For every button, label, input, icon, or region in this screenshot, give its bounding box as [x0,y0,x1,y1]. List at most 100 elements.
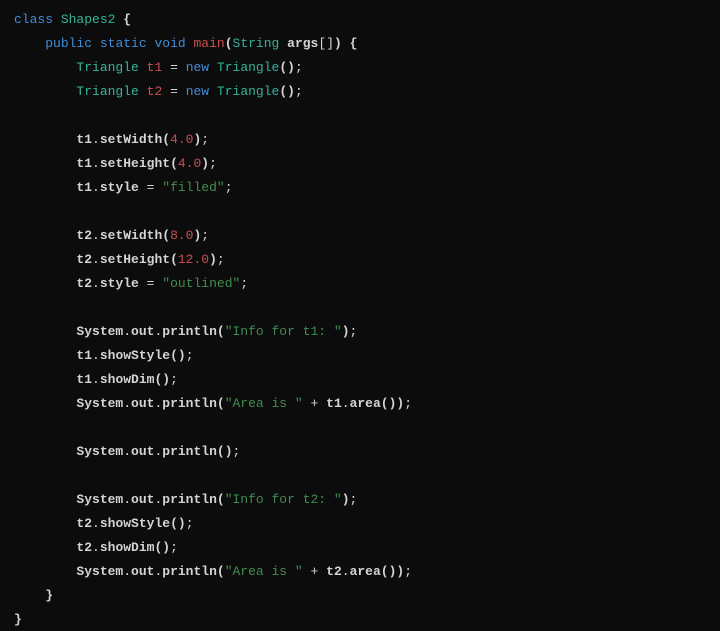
paren-open: ( [217,492,225,507]
semicolon: ; [240,276,248,291]
paren-close: ) [162,372,170,387]
ident-t1: t1 [76,372,92,387]
call-area: area [350,396,381,411]
plus: + [311,396,319,411]
number-literal: 4.0 [178,156,201,171]
paren-close: ) [162,540,170,555]
dot: . [92,516,100,531]
code-line: t2.setWidth(8.0); [14,228,209,243]
call-showStyle: showStyle [100,348,170,363]
paren-open: ( [162,132,170,147]
ident-t1: t1 [76,348,92,363]
blank-line [14,420,22,435]
class-name: Shapes2 [61,12,116,27]
blank-line [14,204,22,219]
call-setWidth: setWidth [100,228,162,243]
equals: = [147,180,155,195]
paren-close: ) [342,492,350,507]
paren-open: ( [217,324,225,339]
ident-system: System [76,396,123,411]
code-line: t1.setHeight(4.0); [14,156,217,171]
ident-out: out [131,564,154,579]
blank-line [14,108,22,123]
paren-open: ( [162,228,170,243]
keyword-void: void [154,36,185,51]
dot: . [92,180,100,195]
ident-out: out [131,444,154,459]
code-line: System.out.println("Info for t1: "); [14,324,357,339]
string-literal: "Info for t1: " [225,324,342,339]
blank-line [14,300,22,315]
paren-open: ( [170,252,178,267]
semicolon: ; [170,372,178,387]
ident-t2: t2 [76,252,92,267]
dot: . [342,396,350,411]
ident-system: System [76,324,123,339]
dot: . [123,564,131,579]
dot: . [123,492,131,507]
paren-close: ) [287,60,295,75]
plus: + [311,564,319,579]
string-literal: "filled" [162,180,224,195]
call-println: println [162,324,217,339]
number-literal: 12.0 [178,252,209,267]
call-setHeight: setHeight [100,156,170,171]
brace-close: } [14,612,22,627]
call-println: println [162,396,217,411]
equals: = [170,60,178,75]
paren-open: ( [279,84,287,99]
dot: . [92,276,100,291]
code-line: t2.style = "outlined"; [14,276,248,291]
call-println: println [162,444,217,459]
dot: . [92,132,100,147]
keyword-new: new [186,84,209,99]
brace-open: { [350,36,358,51]
paren-close: ) [178,348,186,363]
semicolon: ; [404,396,412,411]
semicolon: ; [201,132,209,147]
paren-close: ) [334,36,342,51]
code-line: } [14,612,22,627]
semicolon: ; [186,348,194,363]
ident-t1: t1 [76,156,92,171]
ident-t1: t1 [76,180,92,195]
ident-t2: t2 [76,276,92,291]
code-line: t1.showDim(); [14,372,178,387]
brace-open: { [123,12,131,27]
ident-t2: t2 [76,516,92,531]
paren-open: ( [170,516,178,531]
dot: . [123,324,131,339]
paren-open: ( [170,156,178,171]
code-line: t1.style = "filled"; [14,180,233,195]
type-string: String [233,36,280,51]
ident-t2: t2 [326,564,342,579]
paren-open: ( [381,564,389,579]
field-style: style [100,276,139,291]
dot: . [92,540,100,555]
code-line: System.out.println(); [14,444,240,459]
dot: . [123,396,131,411]
blank-line [14,468,22,483]
paren-open: ( [217,444,225,459]
semicolon: ; [209,156,217,171]
dot: . [92,372,100,387]
call-println: println [162,492,217,507]
semicolon: ; [295,60,303,75]
dot: . [92,156,100,171]
var-t2: t2 [147,84,163,99]
call-setWidth: setWidth [100,132,162,147]
semicolon: ; [233,444,241,459]
dot: . [92,252,100,267]
brace-close: } [45,588,53,603]
code-line: System.out.println("Area is " + t1.area(… [14,396,412,411]
paren-open: ( [170,348,178,363]
ident-t1: t1 [76,132,92,147]
type-triangle: Triangle [76,60,138,75]
string-literal: "Area is " [225,564,303,579]
call-setHeight: setHeight [100,252,170,267]
ident-system: System [76,444,123,459]
code-block: class Shapes2 { public static void main(… [0,0,720,631]
keyword-static: static [100,36,147,51]
call-area: area [350,564,381,579]
code-line: Triangle t2 = new Triangle(); [14,84,303,99]
